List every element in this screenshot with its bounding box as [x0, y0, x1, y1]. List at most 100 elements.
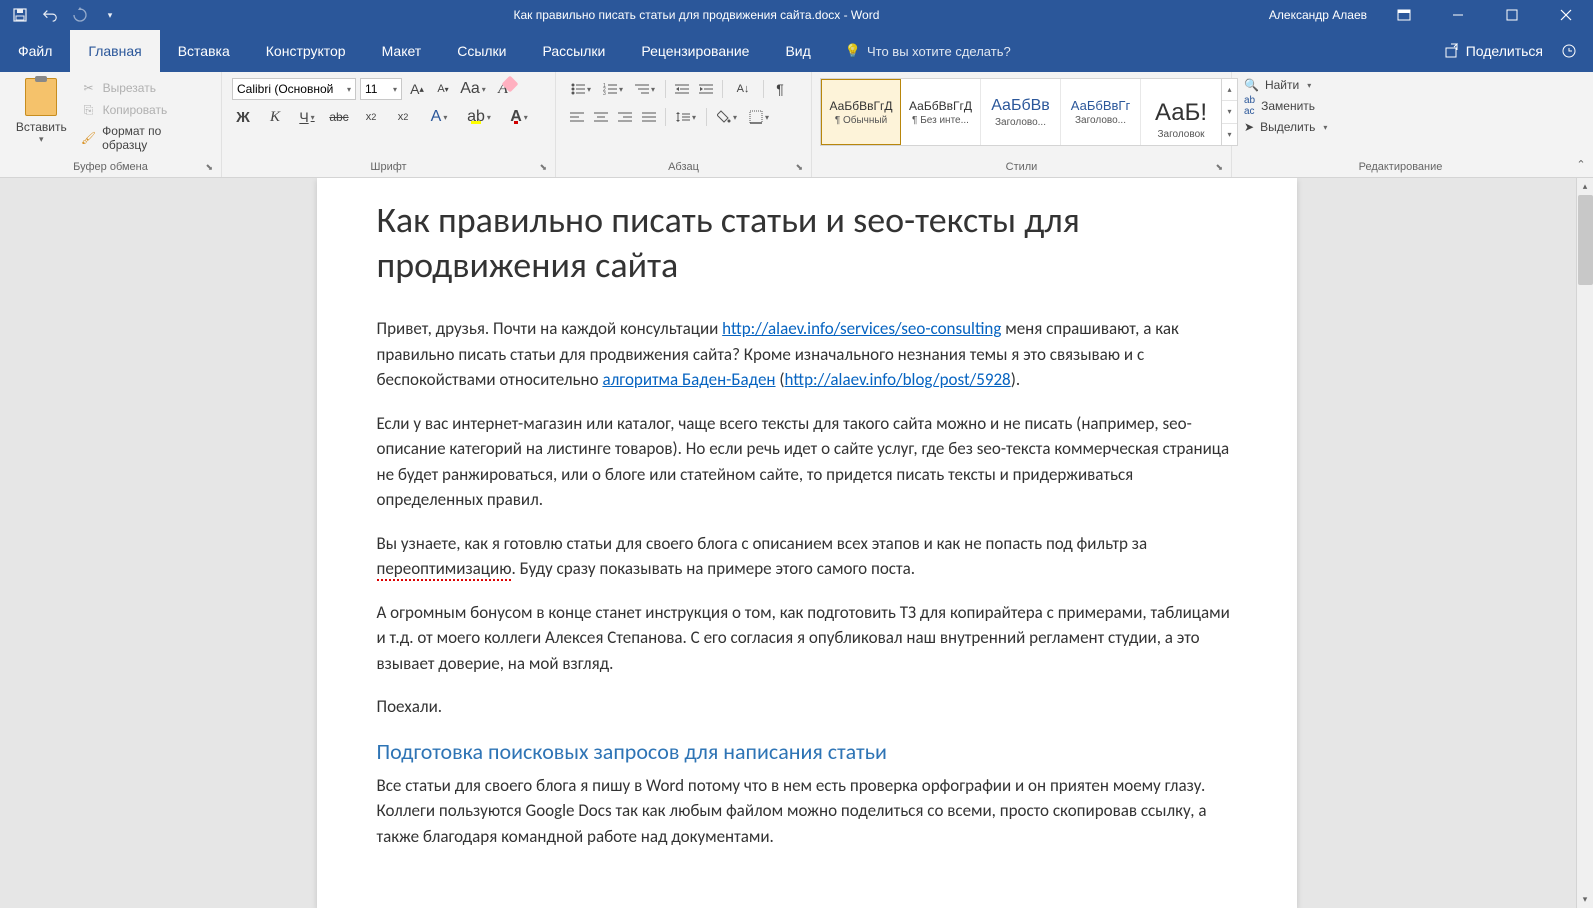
tab-home[interactable]: Главная: [70, 30, 159, 72]
multilevel-list-button[interactable]: ▾: [630, 78, 660, 100]
doc-paragraph: А огромным бонусом в конце станет инстру…: [377, 600, 1237, 677]
italic-button[interactable]: К: [264, 106, 286, 128]
style-no-spacing[interactable]: АаБбВвГгД ¶ Без инте...: [901, 79, 981, 145]
select-label: Выделить: [1260, 120, 1315, 134]
tab-mailings[interactable]: Рассылки: [525, 30, 624, 72]
spelling-error[interactable]: переоптимизацию: [377, 558, 512, 581]
tab-view[interactable]: Вид: [767, 30, 828, 72]
titlebar-right: Александр Алаев: [1263, 0, 1593, 30]
share-icon: [1444, 43, 1460, 59]
clipboard-icon: [25, 78, 57, 116]
doc-paragraph: Привет, друзья. Почти на каждой консульт…: [377, 316, 1237, 393]
shading-button[interactable]: ▾: [712, 106, 742, 128]
sort-button[interactable]: A↓: [728, 78, 758, 100]
close-icon[interactable]: [1543, 0, 1589, 30]
replace-button[interactable]: abac Заменить: [1244, 95, 1327, 117]
user-name[interactable]: Александр Алаев: [1263, 8, 1373, 22]
group-paragraph: ▾ 123▾ ▾ A↓ ¶ ▾: [556, 72, 812, 177]
clear-formatting-button[interactable]: A: [492, 78, 514, 100]
text-effects-button[interactable]: A▾: [424, 106, 454, 128]
tell-me-label: Что вы хотите сделать?: [867, 44, 1011, 59]
window-title: Как правильно писать статьи для продвиже…: [130, 8, 1263, 22]
doc-link-post[interactable]: http://alaev.info/blog/post/5928: [785, 369, 1011, 390]
font-name-select[interactable]: Calibri (Основной▾: [232, 78, 356, 100]
subscript-button[interactable]: x2: [360, 106, 382, 128]
paste-button[interactable]: Вставить ▾: [8, 76, 75, 159]
tell-me-search[interactable]: 💡 Что вы хотите сделать?: [829, 30, 1027, 72]
style-name: Заголовок: [1157, 129, 1204, 140]
vertical-scrollbar[interactable]: ▴ ▾: [1576, 178, 1593, 908]
format-painter-button[interactable]: 🖌 Формат по образцу: [79, 122, 209, 154]
document-page[interactable]: Как правильно писать статьи и seo-тексты…: [317, 178, 1297, 908]
tab-file[interactable]: Файл: [0, 30, 70, 72]
font-color-button[interactable]: A▾: [504, 106, 534, 128]
style-preview: АаБ!: [1155, 85, 1207, 127]
share-button[interactable]: Поделиться: [1444, 43, 1543, 59]
copy-button[interactable]: ⎘ Копировать: [79, 100, 209, 120]
tab-references[interactable]: Ссылки: [439, 30, 524, 72]
align-right-button[interactable]: [614, 106, 636, 128]
qat-customize-icon[interactable]: ▾: [102, 7, 118, 23]
tab-layout[interactable]: Макет: [364, 30, 440, 72]
paragraph-dialog-launcher[interactable]: ⬊: [795, 162, 803, 173]
bold-button[interactable]: Ж: [232, 106, 254, 128]
group-clipboard: Вставить ▾ ✂ Вырезать ⎘ Копировать 🖌 Фор…: [0, 72, 222, 177]
history-icon[interactable]: [1561, 43, 1577, 59]
borders-button[interactable]: ▾: [744, 106, 774, 128]
doc-heading-2: Подготовка поисковых запросов для написа…: [377, 738, 1237, 765]
style-name: Заголово...: [995, 117, 1046, 128]
decrease-indent-button[interactable]: [671, 78, 693, 100]
font-size-select[interactable]: 11▾: [360, 78, 402, 100]
doc-link-baden[interactable]: алгоритма Баден-Баден: [602, 369, 775, 390]
change-case-button[interactable]: Aa▾: [458, 78, 488, 100]
style-normal[interactable]: АаБбВвГгД ¶ Обычный: [821, 79, 901, 145]
cut-button[interactable]: ✂ Вырезать: [79, 78, 209, 98]
font-dialog-launcher[interactable]: ⬊: [539, 162, 547, 173]
tab-insert[interactable]: Вставка: [160, 30, 248, 72]
style-heading2[interactable]: АаБбВвГг Заголово...: [1061, 79, 1141, 145]
align-center-button[interactable]: [590, 106, 612, 128]
document-area: Как правильно писать статьи и seo-тексты…: [0, 178, 1593, 908]
grow-font-button[interactable]: A▴: [406, 78, 428, 100]
quick-access-toolbar: ▾: [0, 7, 130, 23]
show-marks-button[interactable]: ¶: [769, 78, 791, 100]
style-preview: АаБбВвГгД: [830, 99, 893, 113]
line-spacing-button[interactable]: ▾: [671, 106, 701, 128]
scroll-down-button[interactable]: ▾: [1577, 891, 1593, 908]
styles-dialog-launcher[interactable]: ⬊: [1215, 162, 1223, 173]
replace-label: Заменить: [1261, 99, 1315, 113]
find-button[interactable]: 🔍 Найти ▾: [1244, 78, 1327, 92]
group-styles: АаБбВвГгД ¶ Обычный АаБбВвГгД ¶ Без инте…: [812, 72, 1232, 177]
save-icon[interactable]: [12, 7, 28, 23]
increase-indent-button[interactable]: [695, 78, 717, 100]
justify-button[interactable]: [638, 106, 660, 128]
font-name-value: Calibri (Основной: [237, 82, 333, 96]
doc-paragraph: Все статьи для своего блога я пишу в Wor…: [377, 773, 1237, 850]
maximize-icon[interactable]: [1489, 0, 1535, 30]
numbering-button[interactable]: 123▾: [598, 78, 628, 100]
align-left-button[interactable]: [566, 106, 588, 128]
ribbon-display-icon[interactable]: [1381, 0, 1427, 30]
redo-icon[interactable]: [72, 7, 88, 23]
collapse-ribbon-button[interactable]: ⌃: [1569, 72, 1593, 177]
find-label: Найти: [1265, 78, 1299, 92]
strikethrough-button[interactable]: abc: [328, 106, 350, 128]
style-title[interactable]: АаБ! Заголовок: [1141, 79, 1221, 145]
doc-link-consulting[interactable]: http://alaev.info/services/seo-consultin…: [722, 318, 1001, 339]
superscript-button[interactable]: x2: [392, 106, 414, 128]
minimize-icon[interactable]: [1435, 0, 1481, 30]
shrink-font-button[interactable]: A▾: [432, 78, 454, 100]
select-button[interactable]: ➤ Выделить ▾: [1244, 120, 1327, 134]
tab-design[interactable]: Конструктор: [248, 30, 364, 72]
clipboard-dialog-launcher[interactable]: ⬊: [205, 162, 213, 173]
underline-button[interactable]: Ч▾: [296, 106, 318, 128]
style-preview: АаБбВвГг: [1071, 98, 1130, 113]
bullets-button[interactable]: ▾: [566, 78, 596, 100]
lightbulb-icon: 💡: [845, 43, 861, 59]
scroll-thumb[interactable]: [1578, 195, 1593, 285]
undo-icon[interactable]: [42, 7, 58, 23]
style-heading1[interactable]: АаБбВв Заголово...: [981, 79, 1061, 145]
highlight-button[interactable]: ab▾: [464, 106, 494, 128]
scroll-up-button[interactable]: ▴: [1577, 178, 1593, 195]
tab-review[interactable]: Рецензирование: [623, 30, 767, 72]
